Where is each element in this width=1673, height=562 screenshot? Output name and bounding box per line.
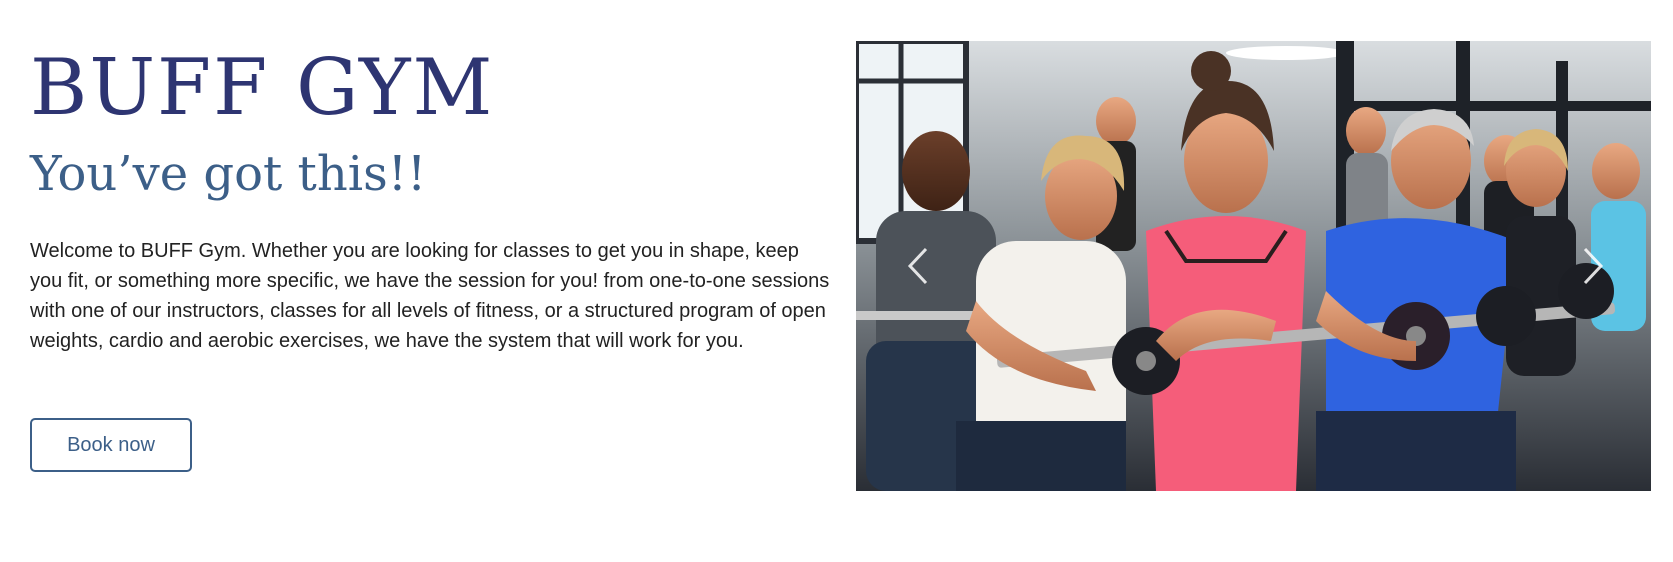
hero-section: BUFF GYM You’ve got this!! Welcome to BU… — [0, 0, 1673, 562]
intro-paragraph: Welcome to BUFF Gym. Whether you are loo… — [30, 240, 830, 352]
image-carousel[interactable] — [856, 41, 1651, 491]
carousel-next-button[interactable] — [1571, 241, 1611, 291]
carousel-prev-button[interactable] — [900, 241, 940, 291]
chevron-right-icon — [1583, 247, 1604, 285]
page-title: BUFF GYM — [30, 43, 495, 133]
tagline: You’ve got this!! — [30, 146, 427, 202]
book-now-button[interactable]: Book now — [30, 418, 192, 472]
chevron-left-icon — [907, 247, 928, 285]
gym-class-image — [856, 41, 1651, 491]
